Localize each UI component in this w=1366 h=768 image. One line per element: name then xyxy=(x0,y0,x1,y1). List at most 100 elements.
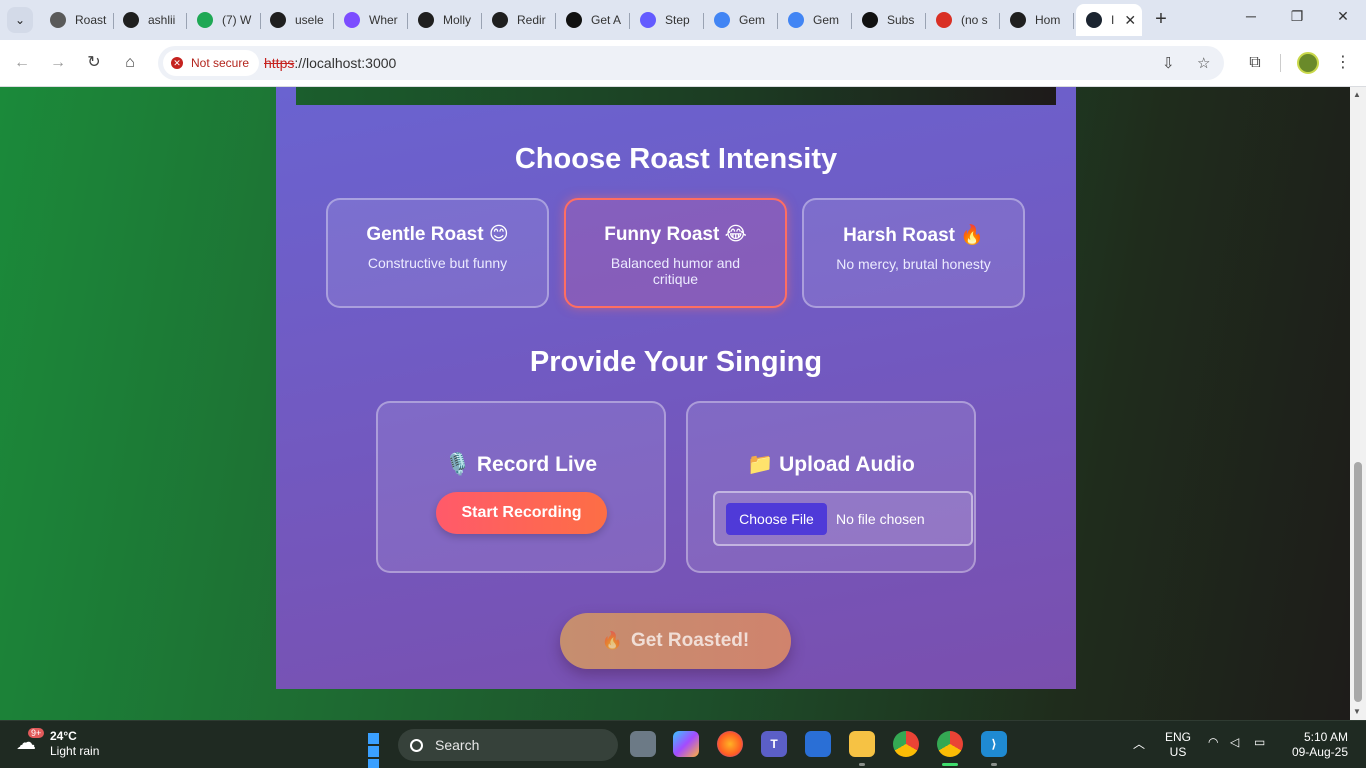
github-icon xyxy=(270,12,286,28)
vscode-icon[interactable]: ⟩ xyxy=(981,731,1007,757)
choose-file-button[interactable]: Choose File xyxy=(726,503,827,535)
tab-separator xyxy=(1073,13,1074,29)
browser-tab[interactable]: usele xyxy=(260,4,334,36)
previous-section-bottom xyxy=(296,87,1056,105)
whatsapp-icon xyxy=(197,12,213,28)
file-status: No file chosen xyxy=(836,511,925,527)
browser-tab[interactable]: Get A xyxy=(556,4,630,36)
tab-title: Gem xyxy=(813,13,840,27)
menu-dots-icon[interactable]: ⋮ xyxy=(1333,53,1353,73)
tab-search-button[interactable]: ⌄ xyxy=(7,7,33,33)
tab-title: Molly xyxy=(443,13,472,27)
browser-tab[interactable]: Gem xyxy=(704,4,778,36)
weather-badge: 9+ xyxy=(28,728,45,738)
chrome-icon[interactable] xyxy=(893,731,919,757)
tab-title: Subs xyxy=(887,13,915,27)
rain-cloud-icon: ☁ 9+ xyxy=(16,728,45,758)
weather-condition: Light rain xyxy=(50,744,100,758)
close-tab-icon[interactable]: ✕ xyxy=(1124,12,1136,29)
start-recording-button[interactable]: Start Recording xyxy=(436,492,607,534)
scrollbar-thumb[interactable] xyxy=(1354,462,1362,702)
running-indicator xyxy=(991,763,997,766)
firefox-icon[interactable] xyxy=(717,731,743,757)
home-icon[interactable]: ⌂ xyxy=(120,53,140,73)
tab-title: Gem xyxy=(739,13,766,27)
openai-icon xyxy=(50,12,66,28)
option-description: Constructive but funny xyxy=(367,255,508,271)
teams-icon[interactable]: T xyxy=(761,731,787,757)
store-icon[interactable] xyxy=(805,731,831,757)
close-window-icon[interactable]: ✕ xyxy=(1328,8,1358,25)
google-icon xyxy=(714,12,730,28)
tab-title: Step xyxy=(665,13,690,27)
install-app-icon[interactable]: ⇩ xyxy=(1162,54,1175,72)
tab-strip: ⌄ Roast ashlii (7) W usele Wher Molly Redir Get… xyxy=(0,0,1366,40)
tab-title: Get A xyxy=(591,13,622,27)
tab-title: Hom xyxy=(1035,13,1061,27)
new-tab-button[interactable]: + xyxy=(1150,8,1172,30)
profile-avatar[interactable] xyxy=(1297,52,1319,74)
tab-title: (no s xyxy=(961,13,988,27)
browser-tab[interactable]: Hom xyxy=(1000,4,1074,36)
reload-icon[interactable]: ↻ xyxy=(84,53,104,73)
copilot-icon[interactable] xyxy=(673,731,699,757)
upload-audio-panel: 📁 Upload Audio Choose File No file chose… xyxy=(686,401,976,573)
extensions-icon[interactable]: ⧉ xyxy=(1245,53,1265,73)
browser-tab[interactable]: Wher xyxy=(334,4,408,36)
browser-tab[interactable]: Subs xyxy=(852,4,926,36)
forward-icon[interactable]: → xyxy=(48,53,68,73)
browser-tab[interactable]: I ✕ xyxy=(1076,4,1142,36)
upload-audio-heading: 📁 Upload Audio xyxy=(747,453,915,476)
wifi-icon[interactable]: ◠ xyxy=(1208,735,1218,749)
tab-title: Roast xyxy=(75,13,107,27)
volume-icon[interactable]: ◁ xyxy=(1230,735,1239,749)
file-input[interactable]: Choose File No file chosen xyxy=(713,491,973,546)
url-text[interactable]: https://localhost:3000 xyxy=(264,55,396,71)
folder-icon: 📁 xyxy=(747,453,774,476)
stripe-icon xyxy=(640,12,656,28)
browser-tab[interactable]: Step xyxy=(630,4,704,36)
get-roasted-button[interactable]: 🔥 Get Roasted! xyxy=(560,613,791,669)
taskbar-search[interactable]: Search xyxy=(398,729,618,761)
browser-tab[interactable]: ashlii xyxy=(113,4,187,36)
emoji-icon: 🔥 xyxy=(960,225,984,246)
browser-tab[interactable]: Roast xyxy=(40,4,114,36)
intensity-option-funny[interactable]: Funny Roast 😂 Balanced humor and critique xyxy=(564,198,787,308)
intensity-title: Choose Roast Intensity xyxy=(514,143,838,175)
chevron-up-icon[interactable]: ︿ xyxy=(1133,735,1145,752)
page-scrollbar[interactable]: ▲ ▼ xyxy=(1350,87,1366,720)
battery-icon[interactable]: ▭ xyxy=(1254,735,1265,749)
bookmark-star-icon[interactable]: ☆ xyxy=(1197,54,1210,72)
chrome-profile-icon[interactable] xyxy=(937,731,963,757)
file-explorer-icon[interactable] xyxy=(849,731,875,757)
browser-tab[interactable]: Molly xyxy=(408,4,482,36)
browser-tab[interactable]: (no s xyxy=(926,4,1000,36)
windows-taskbar: ☁ 9+ 24°C Light rain Search T ⟩ ︿ ENG US … xyxy=(0,720,1366,768)
browser-tab[interactable]: Redir xyxy=(482,4,556,36)
scroll-up-icon[interactable]: ▲ xyxy=(1353,90,1361,99)
address-bar[interactable]: ✕ Not secure https://localhost:3000 ⇩ ☆ xyxy=(158,46,1224,80)
emoji-icon: 😂 xyxy=(724,224,747,245)
option-description: Balanced humor and critique xyxy=(610,255,741,287)
intensity-option-gentle[interactable]: Gentle Roast 😊 Constructive but funny xyxy=(326,198,549,308)
task-view-icon[interactable] xyxy=(630,731,656,757)
record-live-heading: 🎙️ Record Live xyxy=(444,453,598,476)
running-indicator xyxy=(859,763,865,766)
minimize-icon[interactable]: ─ xyxy=(1236,8,1266,24)
scroll-down-icon[interactable]: ▼ xyxy=(1353,707,1361,716)
back-icon[interactable]: ← xyxy=(12,53,32,73)
page-viewport: Choose Roast Intensity Gentle Roast 😊 Con… xyxy=(0,87,1350,720)
clock[interactable]: 5:10 AM 09-Aug-25 xyxy=(1290,730,1348,760)
roast-card: Choose Roast Intensity Gentle Roast 😊 Con… xyxy=(276,87,1076,689)
language-indicator[interactable]: ENG US xyxy=(1165,730,1191,760)
tab-title: usele xyxy=(295,13,324,27)
start-button[interactable] xyxy=(360,731,386,768)
toolbar-divider xyxy=(1280,54,1281,72)
browser-tab[interactable]: Gem xyxy=(778,4,852,36)
restore-icon[interactable]: ❐ xyxy=(1282,8,1312,25)
warning-icon: ✕ xyxy=(171,57,183,69)
security-chip[interactable]: ✕ Not secure xyxy=(163,50,260,76)
intensity-option-harsh[interactable]: Harsh Roast 🔥 No mercy, brutal honesty xyxy=(802,198,1025,308)
browser-tab[interactable]: (7) W xyxy=(187,4,261,36)
weather-widget[interactable]: ☁ 9+ 24°C Light rain xyxy=(16,728,100,759)
